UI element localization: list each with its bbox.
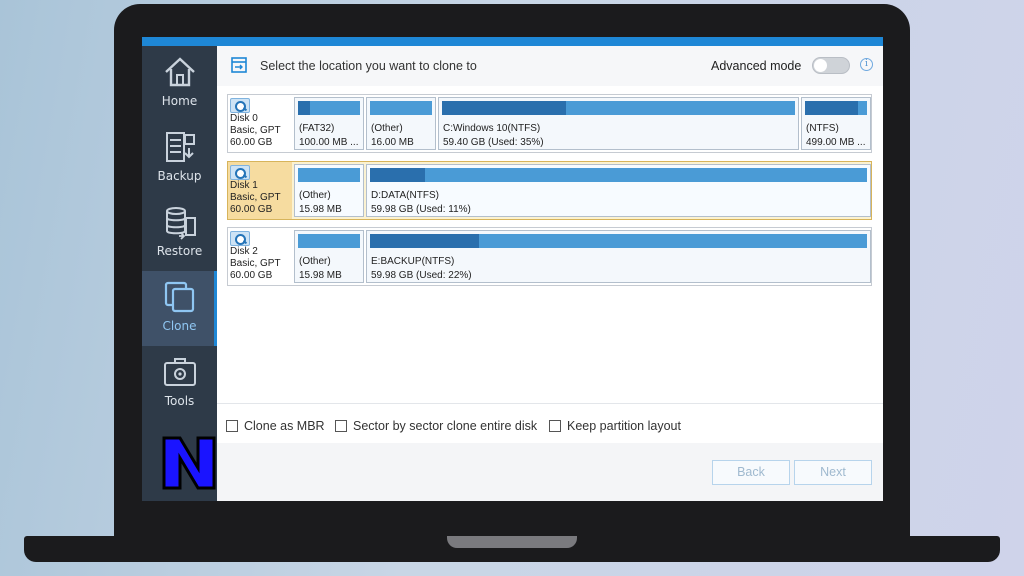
clone-as-mbr-checkbox[interactable] <box>226 420 238 432</box>
partition-usage-bar <box>298 101 360 115</box>
advanced-mode-label: Advanced mode <box>711 59 802 73</box>
partition-usage-bar <box>370 168 867 182</box>
partition-size: 15.98 MB <box>299 204 342 215</box>
partition-label: (FAT32) <box>299 123 335 134</box>
backup-icon <box>165 132 195 162</box>
option-keep-partition-layout[interactable]: Keep partition layout <box>549 419 681 433</box>
partition-usage-bar <box>442 101 795 115</box>
sidebar-item-label: Clone <box>162 319 197 333</box>
partition-label: (Other) <box>299 256 331 267</box>
restore-icon <box>165 207 196 240</box>
partition[interactable]: (FAT32) 100.00 MB ... <box>294 97 364 150</box>
partition-used-fill <box>442 101 566 115</box>
page-title: Select the location you want to clone to <box>260 59 477 73</box>
disk-icon <box>230 98 250 113</box>
partition-size: 499.00 MB ... <box>806 137 866 148</box>
sidebar-item-clone[interactable]: Clone <box>142 271 217 346</box>
partition[interactable]: (Other) 15.98 MB <box>294 230 364 283</box>
option-clone-as-mbr[interactable]: Clone as MBR <box>226 419 325 433</box>
back-button[interactable]: Back <box>712 460 790 485</box>
disk-row-0[interactable]: Disk 0 Basic, GPT 60.00 GB (FAT32) 100.0… <box>227 94 872 153</box>
sidebar-item-label: Restore <box>156 244 203 258</box>
disk-info: Disk 1 Basic, GPT 60.00 GB <box>228 162 292 219</box>
partition-used-fill <box>370 168 425 182</box>
toggle-knob <box>814 59 827 72</box>
partition[interactable]: (Other) 15.98 MB <box>294 164 364 217</box>
partition-size: 100.00 MB ... <box>299 137 359 148</box>
sidebar-item-restore[interactable]: Restore <box>142 196 217 271</box>
clone-icon <box>164 281 194 313</box>
disk-type: Basic, GPT <box>230 258 281 269</box>
clone-target-icon <box>231 57 247 73</box>
partition-size: 59.98 GB (Used: 11%) <box>371 204 471 215</box>
keep-partition-layout-checkbox[interactable] <box>549 420 561 432</box>
option-sector-by-sector[interactable]: Sector by sector clone entire disk <box>335 419 537 433</box>
partition[interactable]: D:DATA(NTFS) 59.98 GB (Used: 11%) <box>366 164 871 217</box>
partition-usage-bar <box>298 168 360 182</box>
disk-row-2[interactable]: Disk 2 Basic, GPT 60.00 GB (Other) 15.98… <box>227 227 872 286</box>
partition-usage-bar <box>370 234 867 248</box>
partition-usage-bar <box>805 101 867 115</box>
partition-label: (Other) <box>371 123 403 134</box>
sidebar-item-label: Tools <box>164 394 195 408</box>
divider <box>217 403 883 404</box>
disk-name: Disk 1 <box>230 180 258 191</box>
disk-icon <box>230 165 250 180</box>
partition-usage-bar <box>370 101 432 115</box>
advanced-mode-toggle[interactable] <box>812 57 850 74</box>
partition-used-fill <box>370 234 480 248</box>
partition-size: 59.40 GB (Used: 35%) <box>443 137 544 148</box>
partition-size: 16.00 MB <box>371 137 414 148</box>
option-label: Clone as MBR <box>244 419 325 433</box>
disk-type: Basic, GPT <box>230 125 281 136</box>
disk-info: Disk 0 Basic, GPT 60.00 GB <box>228 95 292 152</box>
info-icon[interactable]: i <box>860 58 873 71</box>
partition-size: 15.98 MB <box>299 270 342 281</box>
disk-info: Disk 2 Basic, GPT 60.00 GB <box>228 228 292 285</box>
partition-label: D:DATA(NTFS) <box>371 190 439 201</box>
partition[interactable]: (NTFS) 499.00 MB ... <box>801 97 871 150</box>
disk-size: 60.00 GB <box>230 137 273 148</box>
app-window: Home Backup Restore Clone Tools Select t… <box>142 37 883 501</box>
sidebar-item-backup[interactable]: Backup <box>142 121 217 196</box>
partition-used-fill <box>805 101 858 115</box>
disk-name: Disk 2 <box>230 246 258 257</box>
sector-by-sector-checkbox[interactable] <box>335 420 347 432</box>
option-label: Sector by sector clone entire disk <box>353 419 538 433</box>
channel-logo <box>162 436 216 490</box>
header-bar: Select the location you want to clone to… <box>217 46 883 86</box>
title-accent-bar <box>142 37 883 46</box>
partition-label: (Other) <box>299 190 331 201</box>
partition[interactable]: (Other) 16.00 MB <box>366 97 436 150</box>
partition-size: 59.98 GB (Used: 22%) <box>371 270 472 281</box>
sidebar-item-label: Backup <box>157 169 202 183</box>
laptop-notch <box>447 536 577 548</box>
sidebar-item-tools[interactable]: Tools <box>142 346 217 421</box>
partition[interactable]: C:Windows 10(NTFS) 59.40 GB (Used: 35%) <box>438 97 799 150</box>
sidebar-item-home[interactable]: Home <box>142 46 217 121</box>
disk-size: 60.00 GB <box>230 204 273 215</box>
disk-type: Basic, GPT <box>230 192 281 203</box>
partition-used-fill <box>298 101 311 115</box>
sidebar-item-label: Home <box>161 94 198 108</box>
next-button[interactable]: Next <box>794 460 872 485</box>
partition-label: E:BACKUP(NTFS) <box>371 256 455 267</box>
partition-usage-bar <box>298 234 360 248</box>
option-label: Keep partition layout <box>567 419 681 433</box>
tools-icon <box>163 358 196 386</box>
partition-label: C:Windows 10(NTFS) <box>443 123 541 134</box>
disk-size: 60.00 GB <box>230 270 273 281</box>
partition-label: (NTFS) <box>806 123 839 134</box>
partition[interactable]: E:BACKUP(NTFS) 59.98 GB (Used: 22%) <box>366 230 871 283</box>
home-icon <box>164 57 195 87</box>
disk-icon <box>230 231 250 246</box>
disk-row-1[interactable]: Disk 1 Basic, GPT 60.00 GB (Other) 15.98… <box>227 161 872 220</box>
disk-name: Disk 0 <box>230 113 258 124</box>
